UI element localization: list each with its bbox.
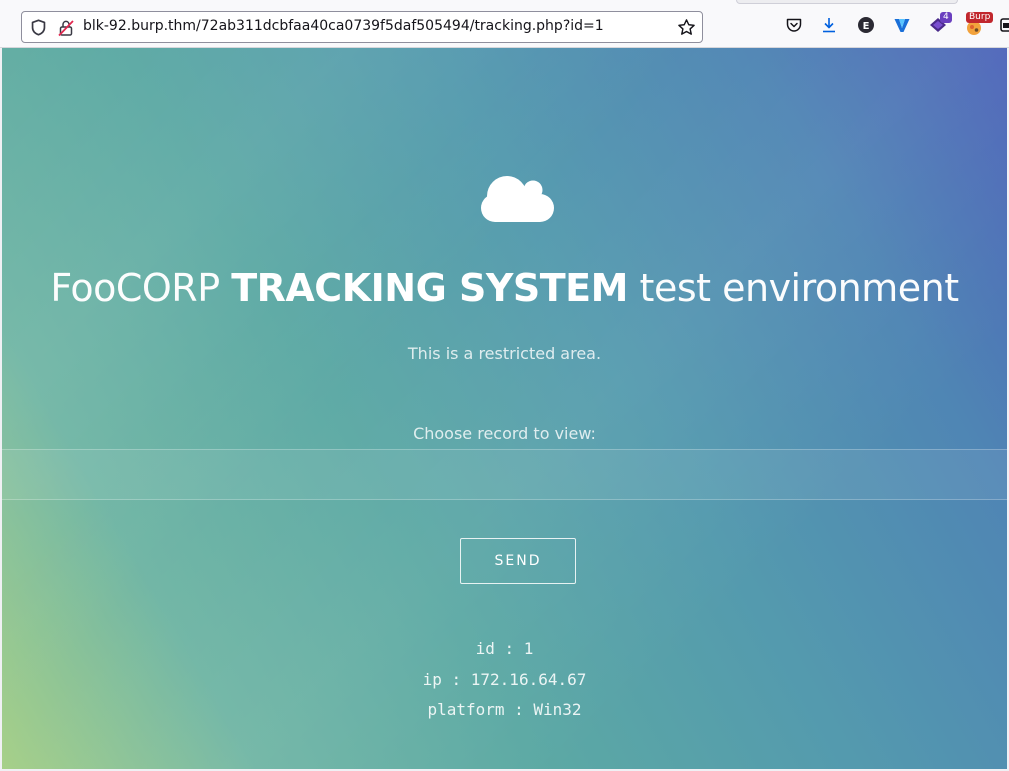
url-text[interactable]: blk-92.burp.thm/72ab311dcbfaa40ca0739f5d… [83, 18, 604, 34]
page-title: FooCORP TRACKING SYSTEM test environment [2, 266, 1007, 310]
browser-toolbar: blk-92.burp.thm/72ab311dcbfaa40ca0739f5d… [0, 0, 1009, 48]
result-id: id : 1 [475, 639, 534, 658]
bookmark-star-icon[interactable] [677, 18, 696, 37]
cloud-icon [481, 176, 554, 222]
title-brand: FooCORP [50, 266, 220, 310]
wappalyzer-icon[interactable] [893, 16, 911, 34]
pocket-icon[interactable] [785, 16, 803, 34]
download-icon[interactable] [820, 16, 838, 34]
burp-badge: Burp [966, 12, 994, 23]
svg-text:E: E [863, 21, 870, 32]
insecure-lock-icon[interactable] [57, 19, 75, 37]
send-button[interactable]: SEND [460, 538, 576, 584]
extension-badge: 4 [940, 12, 952, 23]
record-input[interactable] [2, 449, 1007, 500]
title-system: TRACKING SYSTEM [231, 266, 628, 310]
extensions-overflow-icon[interactable] [999, 16, 1009, 34]
shield-icon[interactable] [30, 19, 47, 36]
record-label: Choose record to view: [413, 424, 596, 443]
result-ip: ip : 172.16.64.67 [422, 670, 587, 689]
address-bar[interactable]: blk-92.burp.thm/72ab311dcbfaa40ca0739f5d… [21, 11, 703, 43]
extension-e-icon[interactable]: E [857, 16, 875, 34]
tab-strip-edge [736, 0, 958, 4]
result-platform: platform : Win32 [427, 700, 582, 719]
page-content: FooCORP TRACKING SYSTEM test environment… [2, 48, 1007, 769]
title-environment: test environment [639, 266, 960, 310]
restricted-notice: This is a restricted area. [407, 344, 602, 363]
